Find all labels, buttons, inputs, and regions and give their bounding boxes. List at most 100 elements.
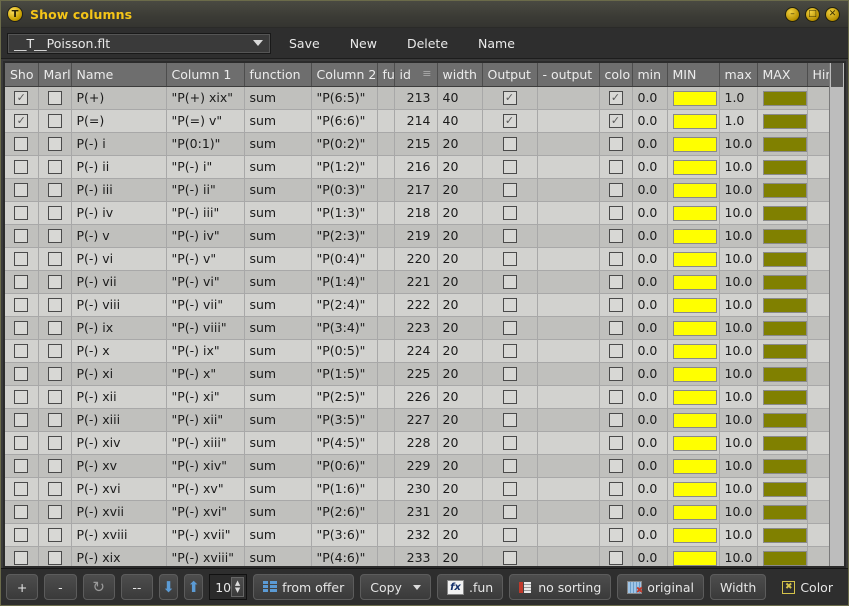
cell-minus-output[interactable] [537, 270, 599, 293]
cell-max[interactable]: 10.0 [719, 132, 757, 155]
cell-name[interactable]: P(-) vii [71, 270, 166, 293]
cell-minc[interactable] [667, 247, 719, 270]
cell-min[interactable]: 0.0 [632, 293, 667, 316]
cell-minc[interactable] [667, 454, 719, 477]
cell-minc[interactable] [667, 109, 719, 132]
cell-fu[interactable] [377, 132, 394, 155]
original-button[interactable]: ✖ original [617, 574, 704, 600]
cell-maxc[interactable] [757, 500, 807, 523]
cell-output[interactable] [482, 454, 537, 477]
cell-show[interactable] [5, 201, 38, 224]
cell-output[interactable]: ✓ [482, 86, 537, 109]
cell-show[interactable] [5, 385, 38, 408]
checkbox-colo[interactable] [609, 137, 623, 151]
checkbox-colo[interactable] [609, 252, 623, 266]
cell-min[interactable]: 0.0 [632, 523, 667, 546]
cell-col1[interactable]: "P(=) v" [166, 109, 244, 132]
checkbox-output[interactable] [503, 137, 517, 151]
cell-mark[interactable] [38, 86, 71, 109]
cell-col1[interactable]: "P(-) ii" [166, 178, 244, 201]
cell-minus-output[interactable] [537, 155, 599, 178]
cell-colo[interactable] [599, 523, 632, 546]
checkbox-show[interactable] [14, 390, 28, 404]
checkbox-output[interactable] [503, 252, 517, 266]
color-swatch-min[interactable] [673, 229, 717, 244]
cell-minc[interactable] [667, 500, 719, 523]
cell-name[interactable]: P(-) ix [71, 316, 166, 339]
color-swatch-max[interactable] [763, 390, 807, 405]
checkbox-output[interactable] [503, 344, 517, 358]
cell-output[interactable] [482, 385, 537, 408]
cell-mark[interactable] [38, 546, 71, 566]
column-header-sho[interactable]: Sho [5, 63, 38, 86]
cell-max[interactable]: 10.0 [719, 178, 757, 201]
cell-col2[interactable]: "P(3:5)" [311, 408, 377, 431]
color-swatch-min[interactable] [673, 298, 717, 313]
scrollbar-thumb[interactable] [831, 63, 843, 87]
table-row[interactable]: P(-) ii"P(-) i"sum"P(1:2)"216200.010.0 [5, 155, 829, 178]
cell-min[interactable]: 0.0 [632, 178, 667, 201]
checkbox-show[interactable] [14, 482, 28, 496]
cell-colo[interactable] [599, 454, 632, 477]
color-swatch-max[interactable] [763, 114, 807, 129]
cell-output[interactable] [482, 224, 537, 247]
save-button[interactable]: Save [277, 32, 332, 55]
color-swatch-max[interactable] [763, 482, 807, 497]
cell-show[interactable] [5, 500, 38, 523]
cell-minc[interactable] [667, 270, 719, 293]
cell-min[interactable]: 0.0 [632, 408, 667, 431]
color-swatch-max[interactable] [763, 367, 807, 382]
cell-col2[interactable]: "P(1:5)" [311, 362, 377, 385]
column-header-min[interactable]: MIN [667, 63, 719, 86]
cell-colo[interactable]: ✓ [599, 109, 632, 132]
cell-function[interactable]: sum [244, 109, 311, 132]
checkbox-mark[interactable] [48, 413, 62, 427]
cell-fu[interactable] [377, 224, 394, 247]
cell-col2[interactable]: "P(2:3)" [311, 224, 377, 247]
cell-function[interactable]: sum [244, 362, 311, 385]
checkbox-mark[interactable] [48, 137, 62, 151]
cell-mark[interactable] [38, 339, 71, 362]
cell-col2[interactable]: "P(3:6)" [311, 523, 377, 546]
cell-output[interactable] [482, 270, 537, 293]
checkbox-mark[interactable] [48, 551, 62, 565]
cell-maxc[interactable] [757, 523, 807, 546]
cell-function[interactable]: sum [244, 500, 311, 523]
cell-name[interactable]: P(-) xix [71, 546, 166, 566]
cell-min[interactable]: 0.0 [632, 454, 667, 477]
cell-hint[interactable] [807, 362, 829, 385]
cell-minus-output[interactable] [537, 293, 599, 316]
cell-hint[interactable] [807, 454, 829, 477]
color-swatch-min[interactable] [673, 413, 717, 428]
column-header-hint[interactable]: Hint [807, 63, 829, 86]
table-row[interactable]: P(-) vii"P(-) vi"sum"P(1:4)"221200.010.0 [5, 270, 829, 293]
color-swatch-max[interactable] [763, 436, 807, 451]
checkbox-output[interactable] [503, 482, 517, 496]
cell-max[interactable]: 10.0 [719, 316, 757, 339]
cell-function[interactable]: sum [244, 270, 311, 293]
color-swatch-max[interactable] [763, 137, 807, 152]
cell-col1[interactable]: "P(-) x" [166, 362, 244, 385]
refresh-button[interactable]: ↻ [83, 574, 115, 600]
cell-maxc[interactable] [757, 155, 807, 178]
cell-width[interactable]: 20 [437, 477, 482, 500]
cell-min[interactable]: 0.0 [632, 224, 667, 247]
cell-show[interactable] [5, 178, 38, 201]
cell-min[interactable]: 0.0 [632, 385, 667, 408]
cell-function[interactable]: sum [244, 86, 311, 109]
cell-max[interactable]: 10.0 [719, 362, 757, 385]
cell-width[interactable]: 20 [437, 293, 482, 316]
new-button[interactable]: New [338, 32, 389, 55]
cell-show[interactable] [5, 431, 38, 454]
cell-max[interactable]: 1.0 [719, 109, 757, 132]
cell-col1[interactable]: "P(-) xiii" [166, 431, 244, 454]
cell-col1[interactable]: "P(-) viii" [166, 316, 244, 339]
cell-mark[interactable] [38, 523, 71, 546]
color-swatch-max[interactable] [763, 505, 807, 520]
cell-minc[interactable] [667, 408, 719, 431]
cell-minc[interactable] [667, 201, 719, 224]
cell-width[interactable]: 20 [437, 247, 482, 270]
cell-name[interactable]: P(-) v [71, 224, 166, 247]
cell-name[interactable]: P(-) xiii [71, 408, 166, 431]
cell-id[interactable]: 225 [394, 362, 437, 385]
